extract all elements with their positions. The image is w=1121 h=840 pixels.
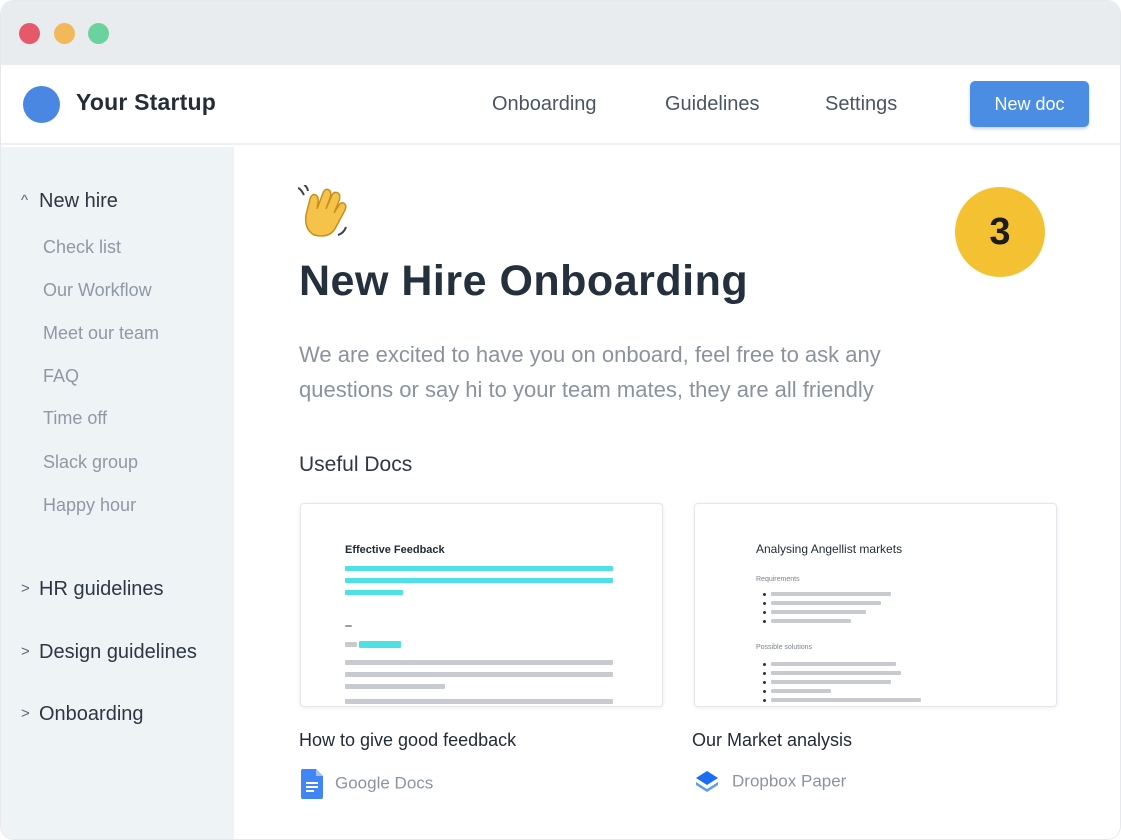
- sidebar-section-label: HR guidelines: [39, 578, 164, 600]
- sidebar-section-label: New hire: [39, 190, 118, 212]
- preview-bullet: [763, 611, 766, 614]
- sidebar-item-meet-our-team[interactable]: Meet our team: [43, 323, 159, 344]
- preview-section-label: Requirements: [756, 576, 800, 583]
- preview-bullet: [763, 593, 766, 596]
- chevron-right-icon: >: [21, 705, 30, 722]
- preview-text-line: [345, 660, 613, 665]
- preview-text-line: [771, 601, 881, 605]
- brand-logo[interactable]: [23, 86, 60, 123]
- dropbox-paper-icon: [696, 771, 718, 792]
- preview-text-line: [345, 672, 613, 677]
- intro-line: We are excited to have you on onboard, f…: [299, 342, 881, 367]
- doc-source-google-docs: Google Docs: [301, 769, 433, 799]
- brand-name[interactable]: Your Startup: [76, 89, 216, 116]
- chevron-right-icon: >: [21, 580, 30, 597]
- sidebar-section-label: Onboarding: [39, 703, 144, 725]
- sidebar-item-happy-hour[interactable]: Happy hour: [43, 495, 136, 516]
- preview-bullet: [763, 663, 766, 666]
- sidebar-item-faq[interactable]: FAQ: [43, 366, 79, 387]
- preview-text-line: [771, 689, 831, 693]
- step-number-badge: 3: [955, 187, 1045, 277]
- preview-text-line: [771, 592, 891, 596]
- doc-source-dropbox-paper: Dropbox Paper: [694, 769, 846, 795]
- close-window-button[interactable]: [19, 23, 40, 44]
- preview-bullet: [763, 690, 766, 693]
- chevron-right-icon: >: [21, 643, 30, 660]
- useful-docs-heading: Useful Docs: [299, 453, 413, 476]
- preview-text-line: [345, 699, 613, 704]
- google-docs-icon: [301, 769, 323, 799]
- waving-hand-icon: [298, 185, 347, 237]
- doc-title-feedback[interactable]: How to give good feedback: [299, 730, 516, 751]
- preview-highlight-line: [359, 641, 401, 648]
- preview-text-line: [771, 698, 921, 702]
- minimize-window-button[interactable]: [54, 23, 75, 44]
- preview-text-line: [771, 662, 896, 666]
- sidebar-item-our-workflow[interactable]: Our Workflow: [43, 280, 152, 301]
- preview-text-line: [771, 671, 901, 675]
- preview-bullet: [763, 699, 766, 702]
- doc-card-feedback[interactable]: Effective Feedback: [300, 503, 663, 707]
- intro-text: We are excited to have you on onboard, f…: [299, 337, 999, 407]
- preview-bullet: [763, 681, 766, 684]
- doc-preview-title: Effective Feedback: [345, 544, 445, 556]
- chevron-up-icon: ^: [21, 192, 29, 209]
- preview-bullet: [763, 672, 766, 675]
- nav-link-guidelines[interactable]: Guidelines: [665, 93, 760, 116]
- doc-card-market-analysis[interactable]: Analysing Angellist markets Requirements…: [694, 503, 1057, 707]
- preview-highlight-line: [345, 578, 613, 583]
- main-content: 3 New Hire Onboarding We are excited to …: [234, 147, 1120, 839]
- preview-bullet: [763, 602, 766, 605]
- sidebar-section-label: Design guidelines: [39, 641, 197, 663]
- app-window: Your Startup Onboarding Guidelines Setti…: [0, 0, 1121, 840]
- preview-text-line: [771, 680, 891, 684]
- intro-line: questions or say hi to your team mates, …: [299, 377, 874, 402]
- preview-bullet: [763, 620, 766, 623]
- doc-title-market-analysis[interactable]: Our Market analysis: [692, 730, 852, 751]
- sidebar-section-new-hire[interactable]: ^ New hire: [21, 190, 118, 213]
- preview-highlight-line: [345, 590, 403, 595]
- sidebar-section-design-guidelines[interactable]: > Design guidelines: [21, 641, 197, 664]
- sidebar-item-check-list[interactable]: Check list: [43, 237, 121, 258]
- new-doc-button[interactable]: New doc: [970, 81, 1089, 127]
- maximize-window-button[interactable]: [88, 23, 109, 44]
- preview-text-line: [771, 610, 866, 614]
- preview-text-line: [771, 619, 851, 623]
- preview-highlight-line: [345, 566, 613, 571]
- preview-text-line: [345, 625, 352, 627]
- preview-text-line: [345, 684, 445, 689]
- nav-link-settings[interactable]: Settings: [825, 93, 897, 116]
- sidebar-section-hr-guidelines[interactable]: > HR guidelines: [21, 578, 164, 601]
- doc-source-label: Google Docs: [335, 773, 434, 793]
- preview-text-line: [345, 642, 357, 647]
- nav-link-onboarding[interactable]: Onboarding: [492, 93, 597, 116]
- doc-source-label: Dropbox Paper: [732, 771, 847, 791]
- sidebar-section-onboarding[interactable]: > Onboarding: [21, 703, 144, 726]
- page-title: New Hire Onboarding: [299, 257, 749, 305]
- title-bar: [1, 1, 1120, 65]
- doc-preview-title: Analysing Angellist markets: [756, 542, 903, 556]
- sidebar-item-slack-group[interactable]: Slack group: [43, 452, 138, 473]
- sidebar-item-time-off[interactable]: Time off: [43, 408, 107, 429]
- sidebar: ^ New hire Check list Our Workflow Meet o…: [1, 147, 234, 839]
- preview-section-label: Possible solutions: [756, 644, 813, 651]
- top-navigation: Your Startup Onboarding Guidelines Setti…: [1, 65, 1120, 145]
